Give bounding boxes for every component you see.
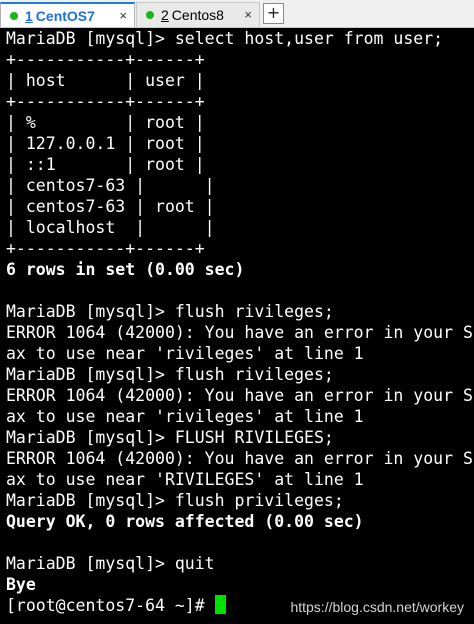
terminal-line: | centos7-63 | root | [6, 197, 215, 216]
terminal-line: 6 rows in set (0.00 sec) [6, 260, 245, 279]
tab-centos7[interactable]: 1 CentOS7 × [0, 2, 135, 27]
terminal-line: | host | user | [6, 71, 205, 90]
terminal-line: | % | root | [6, 113, 205, 132]
terminal-line: MariaDB [mysql]> flush rivileges; [6, 302, 334, 321]
connected-status-icon [146, 11, 154, 19]
close-icon[interactable]: × [119, 8, 127, 23]
terminal-line: ax to use near 'rivileges' at line 1 [6, 344, 364, 363]
tab-number: 2 [161, 7, 169, 23]
terminal-line: MariaDB [mysql]> quit [6, 554, 215, 573]
terminal-line: MariaDB [mysql]> flush privileges; [6, 491, 344, 510]
terminal-output[interactable]: MariaDB [mysql]> select host,user from u… [0, 28, 474, 624]
terminal-line: +-----------+------+ [6, 92, 205, 111]
terminal-line: MariaDB [mysql]> FLUSH RIVILEGES; [6, 428, 334, 447]
tab-title: CentOS7 [35, 7, 95, 24]
tab-number: 1 [25, 7, 33, 24]
tab-bar: 1 CentOS7 × 2 Centos8 × + [0, 0, 474, 28]
terminal-line: ax to use near 'RIVILEGES' at line 1 [6, 470, 364, 489]
terminal-line: ERROR 1064 (42000): You have an error in… [6, 386, 473, 405]
connected-status-icon [10, 11, 18, 20]
terminal-line: | centos7-63 | | [6, 176, 215, 195]
watermark: https://blog.csdn.net/workey [290, 599, 464, 615]
terminal-line: ax to use near 'rivileges' at line 1 [6, 407, 364, 426]
terminal-line: Query OK, 0 rows affected (0.00 sec) [6, 512, 364, 531]
terminal-line: | ::1 | root | [6, 155, 205, 174]
terminal-line: | 127.0.0.1 | root | [6, 134, 205, 153]
terminal-line: MariaDB [mysql]> select host,user from u… [6, 29, 444, 48]
terminal-line: +-----------+------+ [6, 239, 205, 258]
terminal-line: ERROR 1064 (42000): You have an error in… [6, 323, 473, 342]
shell-prompt: [root@centos7-64 ~]# [6, 596, 215, 615]
terminal-line: +-----------+------+ [6, 50, 205, 69]
terminal-line: Bye [6, 575, 36, 594]
text-cursor [214, 595, 226, 614]
new-tab-button[interactable]: + [263, 3, 284, 24]
tab-title: Centos8 [171, 7, 224, 23]
tab-centos8[interactable]: 2 Centos8 × [136, 2, 260, 27]
close-icon[interactable]: × [244, 7, 252, 22]
terminal-line: ERROR 1064 (42000): You have an error in… [6, 449, 473, 468]
terminal-line: MariaDB [mysql]> flush rivileges; [6, 365, 334, 384]
terminal-line: | localhost | | [6, 218, 215, 237]
